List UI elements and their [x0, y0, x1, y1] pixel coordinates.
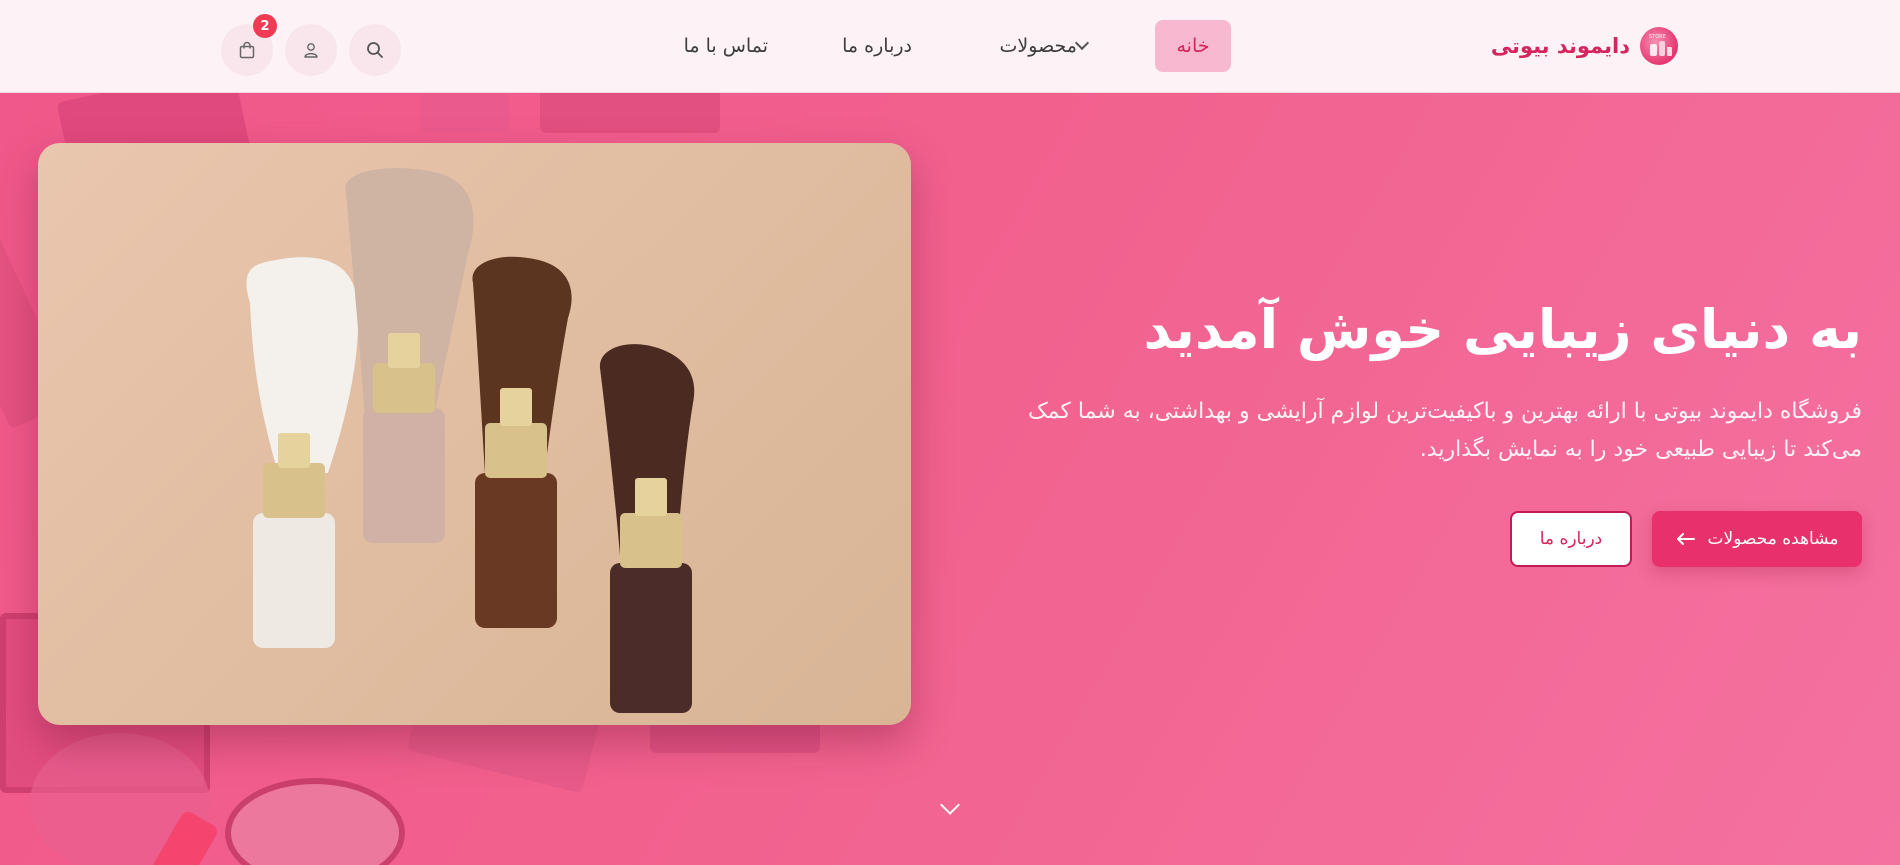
view-products-button[interactable]: مشاهده محصولات	[1652, 511, 1862, 567]
hero-section: به دنیای زیبایی خوش آمدید فروشگاه دایمون…	[0, 93, 1900, 865]
hero-product-image	[38, 143, 911, 725]
search-icon	[367, 42, 383, 58]
brand-logo-text: STORE	[1649, 34, 1666, 40]
shopping-bag-icon	[239, 41, 255, 59]
user-icon	[304, 43, 318, 58]
background-decor	[420, 93, 510, 133]
search-button[interactable]	[349, 24, 401, 76]
hero-title: به دنیای زیبایی خوش آمدید	[1143, 298, 1862, 361]
hero-actions: مشاهده محصولات درباره ما	[1510, 511, 1862, 567]
chevron-down-icon	[1074, 35, 1090, 51]
nav-about[interactable]: درباره ما	[842, 20, 912, 72]
hero-description: فروشگاه دایموند بیوتی با ارائه بهترین و …	[1027, 399, 1862, 462]
brand-logo: STORE	[1640, 27, 1678, 65]
cart-count-badge: 2	[253, 14, 277, 38]
nav-products-label: محصولات	[999, 35, 1077, 57]
view-products-label: مشاهده محصولات	[1707, 529, 1839, 549]
nav-home[interactable]: خانه	[1155, 20, 1231, 72]
arrow-left-icon	[1676, 533, 1695, 545]
nav-products[interactable]: محصولات	[1000, 20, 1097, 72]
background-decor	[225, 778, 405, 865]
account-button[interactable]	[285, 24, 337, 76]
about-us-button[interactable]: درباره ما	[1510, 511, 1632, 567]
scroll-down-icon[interactable]	[940, 795, 960, 815]
background-decor	[540, 93, 720, 133]
brand[interactable]: STORE دایموند بیوتی	[1491, 26, 1678, 66]
site-header: STORE دایموند بیوتی خانه محصولات درباره …	[0, 0, 1900, 93]
brand-name[interactable]: دایموند بیوتی	[1491, 34, 1630, 58]
nav-contact[interactable]: تماس با ما	[684, 20, 768, 72]
cart-button[interactable]: 2	[221, 14, 277, 76]
